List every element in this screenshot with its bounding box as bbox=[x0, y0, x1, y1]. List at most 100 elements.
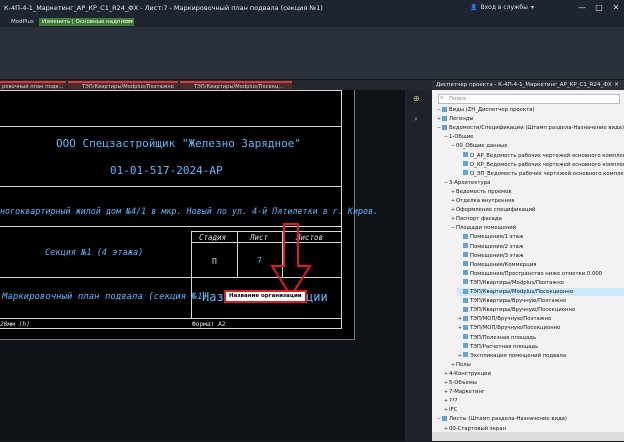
tree-item[interactable]: − Виды (ZH_Диспетчер проекта) bbox=[436, 106, 624, 114]
scale-note: 20мм (h) bbox=[0, 321, 30, 328]
tree-item[interactable]: ТЭП/Квартиры/Modplus/Поэтажно bbox=[457, 279, 624, 287]
view-icon bbox=[463, 270, 468, 276]
view-icon bbox=[463, 252, 468, 258]
tree-item[interactable]: + Экспликация помещений подвала bbox=[457, 352, 624, 360]
tree-item[interactable]: − Ведомости/Спецификации (Штамп раздела-Н… bbox=[436, 124, 624, 132]
tree-item[interactable]: +Отделка внутренняя bbox=[450, 197, 624, 205]
sheet-format: Формат А2 bbox=[192, 321, 226, 328]
tree-item-label: Паспорт фасада bbox=[456, 216, 502, 223]
tree-item-label: Помещения/Коммерция bbox=[470, 261, 537, 268]
tab-modplus[interactable]: ModPlus bbox=[8, 18, 37, 26]
tab-modify-title-blocks[interactable]: Изменить | Основные надписи bbox=[39, 18, 134, 26]
ribbon-options-icon[interactable]: ▭▾ bbox=[122, 18, 136, 26]
close-panel-icon[interactable]: ✕ bbox=[614, 81, 619, 88]
tree-item[interactable]: + ТЭП/МОП/Вручную/Посекционно bbox=[457, 324, 624, 332]
doc-tab-3[interactable]: ТЭП/Квартиры/Modplus/Посекц... bbox=[180, 81, 292, 89]
tree-item[interactable]: +4-Конструкции bbox=[443, 370, 624, 378]
tree-item-label: ТЭП/Квартиры/Modplus/Поэтажно bbox=[470, 279, 564, 286]
view-icon bbox=[463, 343, 468, 349]
tree-item[interactable]: Помещения/Пространство ниже отметки 0.00… bbox=[457, 270, 624, 278]
tree-item-label: Виды (ZH_Диспетчер проекта) bbox=[449, 107, 535, 113]
tree-item[interactable]: +Ведомость проемов bbox=[450, 188, 624, 196]
tree-item-label: ТЭП/Квартиры/Вручную/Посекционно bbox=[470, 307, 576, 314]
tree-item[interactable]: ТЭП/Квартиры/Вручную/Поэтажно bbox=[457, 297, 624, 305]
tree-item[interactable]: +IFC bbox=[443, 406, 624, 414]
tree-item-label: 00-Стартовый экран bbox=[449, 425, 506, 432]
view-icon bbox=[463, 233, 468, 239]
org-name-left: Наз bbox=[202, 290, 224, 304]
tree-item-label: 1-Общие bbox=[449, 134, 474, 141]
tree-item-label: ??? bbox=[449, 398, 458, 405]
tree-item[interactable]: О_АР_Ведомость рабочих чертежей основног… bbox=[457, 152, 624, 160]
panel-horizontal-scrollbar[interactable] bbox=[432, 432, 624, 441]
tree-item[interactable]: ТЭП/Полезная площадь bbox=[457, 334, 624, 342]
tree-item[interactable]: О_КР_Ведомость рабочих чертежей основног… bbox=[457, 161, 624, 169]
tree-item[interactable]: +7-Маркетинг bbox=[443, 388, 624, 396]
tree-item[interactable]: + ТЭП/МОП/Вручную/Поэтажно bbox=[457, 315, 624, 323]
project-browser-title: Диспетчер проекта - К-4П-4-1_Маркетинг_А… bbox=[432, 80, 624, 90]
tree-item-label: Полы bbox=[456, 361, 471, 368]
tree-item[interactable]: −Площади помещений bbox=[450, 224, 624, 232]
tree-item[interactable]: +Паспорт фасада bbox=[450, 215, 624, 223]
tree-item[interactable]: ТЭП/Расчетная площадь bbox=[457, 343, 624, 351]
close-button[interactable]: ✕ bbox=[609, 2, 623, 14]
drawing-canvas[interactable]: ООО Спецзастройщик "Железно Зарядное" 01… bbox=[0, 90, 405, 441]
view-icon bbox=[463, 352, 468, 358]
org-name-label[interactable]: Название организации bbox=[224, 290, 307, 303]
tree-item-label: 5-Объемы bbox=[449, 380, 477, 386]
view-icon bbox=[463, 324, 468, 330]
view-icon bbox=[463, 243, 468, 248]
search-input[interactable]: Поиск bbox=[438, 94, 620, 104]
sheet-number: 7 bbox=[257, 256, 262, 265]
document-tabs: ровочный план подв... ТЭП/Квартиры/Modpl… bbox=[0, 80, 432, 90]
doc-tab-2[interactable]: ТЭП/Квартиры/Modplus/Поэтажно bbox=[68, 81, 178, 89]
tree-item-label: Экспликация помещений подвала bbox=[470, 352, 567, 359]
tree-item[interactable]: ТЭП/Квартиры/Modplus/Посекционно bbox=[457, 288, 624, 296]
tree-item[interactable]: Помещения/1 этаж bbox=[457, 233, 624, 241]
tree-item[interactable]: −1-Общие bbox=[443, 133, 624, 141]
tree-item[interactable]: −3-Архитектура bbox=[443, 179, 624, 187]
tree-item-label: Помещения/1 этаж bbox=[470, 234, 524, 241]
zoom-icon[interactable]: ⌕ bbox=[414, 115, 418, 124]
tree-item-label: IFC bbox=[449, 407, 458, 414]
canvas-nav-strip: ⊕ ⌕ bbox=[405, 90, 432, 441]
tree-item-label: О_КР_Ведомость рабочих чертежей основног… bbox=[470, 161, 624, 168]
tree-item-label: Помещения/3 этаж bbox=[470, 252, 524, 259]
tree-item-label: Помещения/2 этаж bbox=[470, 243, 524, 250]
minimize-button[interactable]: — bbox=[575, 2, 589, 14]
maximize-button[interactable]: □ bbox=[592, 2, 606, 14]
window-title: К-4П-4-1_Маркетинг_АР_КР_С1_R24_ФХ - Лис… bbox=[4, 4, 323, 12]
tree-item[interactable]: Помещения/3 этаж bbox=[457, 252, 624, 260]
tree-item-label: Легенды bbox=[449, 116, 474, 123]
ribbon-panel bbox=[0, 27, 624, 80]
project-description: ногоквартирный жилой дом №4/1 в мкр. Нов… bbox=[0, 206, 379, 216]
navigation-wheel-icon[interactable]: ⊕ bbox=[413, 94, 420, 103]
stage-value: П bbox=[212, 257, 217, 266]
tree-item[interactable]: О_ЭП_Ведомость рабочих чертежей основног… bbox=[457, 170, 624, 178]
view-icon bbox=[463, 161, 468, 167]
view-icon bbox=[463, 306, 468, 312]
signin-label: Вход в службы bbox=[480, 4, 528, 11]
tree-item[interactable]: +Полы bbox=[450, 361, 624, 369]
company-name: ООО Спецзастройщик "Железно Зарядное" bbox=[56, 137, 302, 150]
tree-item-label: 4-Конструкции bbox=[449, 370, 491, 377]
tree-item-label: Оформление спецификаций bbox=[456, 207, 536, 214]
tree-item[interactable]: −00_Общие данные bbox=[450, 142, 624, 150]
tree-item-label: ТЭП/МОП/Вручную/Поэтажно bbox=[470, 316, 552, 323]
user-icon: 👤 bbox=[470, 4, 478, 11]
tree-item[interactable]: +5-Объемы bbox=[443, 379, 624, 387]
doc-tab-1[interactable]: ровочный план подв... bbox=[0, 81, 66, 89]
signin-area[interactable]: 👤 Вход в службы ▾ bbox=[470, 4, 534, 11]
tree-item[interactable]: +??? bbox=[443, 397, 624, 405]
sheet-header: Лист bbox=[250, 233, 269, 242]
tree-item[interactable]: +Оформление спецификаций bbox=[450, 206, 624, 214]
tree-item-label: ТЭП/Полезная площадь bbox=[470, 334, 537, 341]
tree-item[interactable]: Помещения/2 этаж bbox=[457, 243, 624, 251]
tree-item[interactable]: + Легенды bbox=[436, 115, 624, 123]
view-icon bbox=[442, 106, 447, 112]
tree-item[interactable]: − Листы (Штамп раздела-Назначение вида) bbox=[436, 415, 624, 423]
tree-item-label: ТЭП/Квартиры/Вручную/Поэтажно bbox=[470, 298, 567, 305]
tree-item[interactable]: ТЭП/Квартиры/Вручную/Посекционно bbox=[457, 306, 624, 314]
tree-item[interactable]: Помещения/Коммерция bbox=[457, 261, 624, 269]
tree-item-label: 00_Общие данные bbox=[456, 143, 508, 150]
